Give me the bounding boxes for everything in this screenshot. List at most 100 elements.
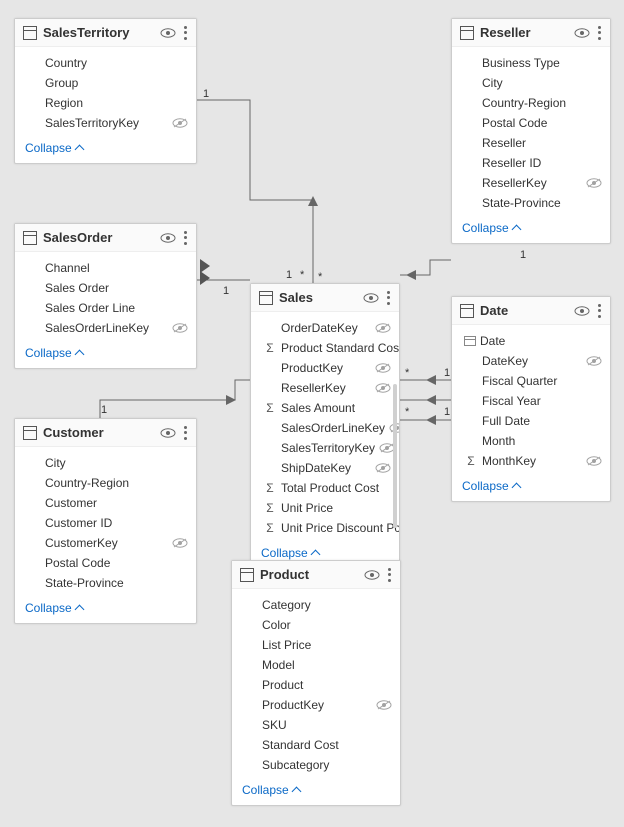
field-row[interactable]: Country-Region	[15, 473, 196, 493]
collapse-button[interactable]: Collapse	[232, 777, 400, 805]
card-header[interactable]: Date	[452, 297, 610, 325]
card-header[interactable]: Sales	[251, 284, 399, 312]
field-row[interactable]: State-Province	[15, 573, 196, 593]
field-row[interactable]: Product	[232, 675, 400, 695]
field-row[interactable]: ΣUnit Price	[251, 498, 399, 518]
field-name: CustomerKey	[45, 536, 168, 550]
field-row[interactable]: DateKey	[452, 351, 610, 371]
field-row[interactable]: Sales Order	[15, 278, 196, 298]
field-row[interactable]: SalesOrderLineKey	[15, 318, 196, 338]
field-row[interactable]: Fiscal Quarter	[452, 371, 610, 391]
eye-icon[interactable]	[574, 28, 590, 38]
eye-icon[interactable]	[364, 570, 380, 580]
scrollbar[interactable]	[393, 384, 397, 528]
field-row[interactable]: CustomerKey	[15, 533, 196, 553]
field-row[interactable]: Reseller	[452, 133, 610, 153]
field-name: Fiscal Quarter	[482, 374, 602, 388]
collapse-button[interactable]: Collapse	[452, 473, 610, 501]
field-row[interactable]: Fiscal Year	[452, 391, 610, 411]
table-card-date[interactable]: Date DateDateKeyFiscal QuarterFiscal Yea…	[451, 296, 611, 502]
eye-icon[interactable]	[363, 293, 379, 303]
svg-text:*: *	[405, 406, 410, 418]
field-row[interactable]: City	[452, 73, 610, 93]
card-header[interactable]: Reseller	[452, 19, 610, 47]
field-row[interactable]: ShipDateKey	[251, 458, 399, 478]
collapse-button[interactable]: Collapse	[15, 340, 196, 368]
more-icon[interactable]	[387, 291, 391, 305]
card-header[interactable]: Product	[232, 561, 400, 589]
field-row[interactable]: Model	[232, 655, 400, 675]
field-name: State-Province	[482, 196, 602, 210]
table-card-reseller[interactable]: Reseller Business TypeCityCountry-Region…	[451, 18, 611, 244]
chevron-up-icon	[74, 349, 84, 359]
field-row[interactable]: OrderDateKey	[251, 318, 399, 338]
eye-icon[interactable]	[160, 28, 176, 38]
field-row[interactable]: ΣMonthKey	[452, 451, 610, 471]
field-list: ChannelSales Order Sales Order Line SalesO…	[15, 252, 196, 340]
field-row[interactable]: ResellerKey	[452, 173, 610, 193]
field-name: Group	[45, 76, 188, 90]
field-row[interactable]: SalesTerritoryKey	[251, 438, 399, 458]
field-row[interactable]: Group	[15, 73, 196, 93]
field-row[interactable]: Business Type	[452, 53, 610, 73]
field-row[interactable]: ResellerKey	[251, 378, 399, 398]
collapse-button[interactable]: Collapse	[452, 215, 610, 243]
table-card-salesorder[interactable]: SalesOrder ChannelSales Order Sales Order…	[14, 223, 197, 369]
field-row[interactable]: Month	[452, 431, 610, 451]
table-title: SalesTerritory	[43, 25, 160, 40]
field-row[interactable]: Customer	[15, 493, 196, 513]
field-row[interactable]: Sales Order Line	[15, 298, 196, 318]
sigma-icon: Σ	[263, 401, 277, 415]
field-row[interactable]: Full Date	[452, 411, 610, 431]
field-row[interactable]: Reseller ID	[452, 153, 610, 173]
field-row[interactable]: SalesTerritoryKey	[15, 113, 196, 133]
field-row[interactable]: Channel	[15, 258, 196, 278]
eye-icon[interactable]	[160, 428, 176, 438]
eye-icon[interactable]	[574, 306, 590, 316]
more-icon[interactable]	[598, 26, 602, 40]
svg-text:*: *	[300, 269, 305, 281]
field-row[interactable]: Country	[15, 53, 196, 73]
field-row[interactable]: City	[15, 453, 196, 473]
collapse-button[interactable]: Collapse	[15, 595, 196, 623]
field-name: Unit Price Discount Pct	[281, 521, 399, 535]
field-row[interactable]: Subcategory	[232, 755, 400, 775]
field-row[interactable]: Country-Region	[452, 93, 610, 113]
field-row[interactable]: Region	[15, 93, 196, 113]
table-card-customer[interactable]: Customer CityCountry-RegionCustomerCusto…	[14, 418, 197, 624]
field-row[interactable]: ΣTotal Product Cost	[251, 478, 399, 498]
hidden-eye-icon	[376, 700, 392, 710]
field-name: Sales Order Line	[45, 301, 188, 315]
more-icon[interactable]	[388, 568, 392, 582]
table-card-salesterritory[interactable]: SalesTerritory Country Group RegionSalesTe…	[14, 18, 197, 164]
field-row[interactable]: ΣProduct Standard Cost	[251, 338, 399, 358]
card-header[interactable]: SalesOrder	[15, 224, 196, 252]
more-icon[interactable]	[598, 304, 602, 318]
field-row[interactable]: ProductKey	[251, 358, 399, 378]
collapse-button[interactable]: Collapse	[15, 135, 196, 163]
card-header[interactable]: SalesTerritory	[15, 19, 196, 47]
field-row[interactable]: Color	[232, 615, 400, 635]
field-name: Product	[262, 678, 392, 692]
field-row[interactable]: ΣSales Amount	[251, 398, 399, 418]
field-row[interactable]: Postal Code	[15, 553, 196, 573]
table-card-sales[interactable]: Sales OrderDateKeyΣProduct Standard Cost…	[250, 283, 400, 569]
card-header[interactable]: Customer	[15, 419, 196, 447]
field-row[interactable]: SKU	[232, 715, 400, 735]
more-icon[interactable]	[184, 26, 188, 40]
table-card-product[interactable]: Product CategoryColorList PriceModel Prod…	[231, 560, 401, 806]
field-row[interactable]: Customer ID	[15, 513, 196, 533]
field-row[interactable]: ΣUnit Price Discount Pct	[251, 518, 399, 538]
more-icon[interactable]	[184, 231, 188, 245]
field-row[interactable]: Category	[232, 595, 400, 615]
field-name: Reseller	[482, 136, 602, 150]
field-row[interactable]: SalesOrderLineKey	[251, 418, 399, 438]
field-row[interactable]: List Price	[232, 635, 400, 655]
field-row[interactable]: Standard Cost	[232, 735, 400, 755]
field-row[interactable]: State-Province	[452, 193, 610, 213]
field-row[interactable]: Date	[452, 331, 610, 351]
field-row[interactable]: ProductKey	[232, 695, 400, 715]
field-row[interactable]: Postal Code	[452, 113, 610, 133]
more-icon[interactable]	[184, 426, 188, 440]
eye-icon[interactable]	[160, 233, 176, 243]
